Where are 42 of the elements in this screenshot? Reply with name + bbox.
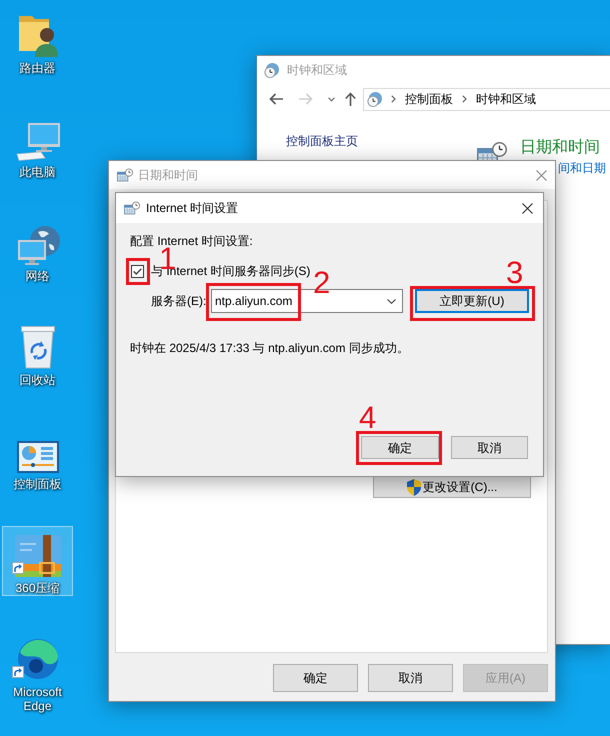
recycle-bin-icon[interactable]	[20, 325, 56, 369]
computer-icon[interactable]	[16, 123, 60, 161]
dialog-button[interactable]: 确定	[273, 664, 358, 692]
back-arrow-icon[interactable]	[269, 93, 283, 105]
swirl-logo-icon[interactable]	[16, 637, 60, 681]
task-link[interactable]: 间和日期	[558, 158, 606, 179]
clock-globe-icon	[367, 92, 382, 106]
breadcrumb-item[interactable]: 控制面板	[405, 92, 453, 106]
change-settings-button[interactable]: 更改设置(C)...	[373, 476, 531, 498]
up-arrow-icon[interactable]	[345, 92, 356, 106]
section-heading: 配置 Internet 时间设置:	[130, 234, 254, 248]
checkmark-icon	[133, 268, 142, 274]
section-heading[interactable]: 日期和时间	[520, 138, 600, 158]
update-now-button[interactable]: 立即更新(U)	[415, 289, 529, 313]
shield-icon	[406, 478, 421, 496]
dialog-button[interactable]: 确定	[361, 436, 439, 459]
address-bar[interactable]: 控制面板 时钟和区域	[363, 88, 610, 110]
field-label: 服务器(E):	[151, 294, 208, 308]
window-title: Internet 时间设置	[146, 201, 238, 215]
sidebar-link[interactable]: 控制面板主页	[286, 134, 358, 148]
breadcrumb-item[interactable]: 时钟和区域	[476, 92, 536, 106]
highlight-frame	[126, 258, 150, 284]
chevron-right-icon	[391, 95, 396, 103]
globe-monitor-icon[interactable]	[16, 226, 60, 265]
chart-panel-icon[interactable]	[16, 441, 58, 473]
chevron-right-icon	[462, 95, 467, 103]
window-title: 时钟和区域	[287, 63, 347, 77]
dialog-button[interactable]: 取消	[451, 436, 528, 459]
status-message: 时钟在 2025/4/3 17:33 与 ntp.aliyun.com 同步成功。	[130, 341, 410, 355]
callout-number: 3	[506, 259, 524, 286]
folder-user-icon[interactable]	[18, 13, 58, 57]
close-icon[interactable]	[522, 202, 533, 214]
dialog-button[interactable]: 取消	[368, 664, 453, 692]
archive-box-icon[interactable]	[14, 535, 60, 577]
clock-globe-icon	[264, 62, 279, 78]
window-title: 日期和时间	[138, 168, 198, 182]
chevron-down-icon[interactable]	[387, 298, 396, 304]
calendar-clock-icon	[117, 168, 133, 182]
sync-checkbox[interactable]	[131, 264, 144, 278]
callout-number: 4	[359, 404, 376, 431]
chevron-down-icon[interactable]	[328, 96, 335, 102]
calendar-clock-icon	[124, 201, 140, 215]
